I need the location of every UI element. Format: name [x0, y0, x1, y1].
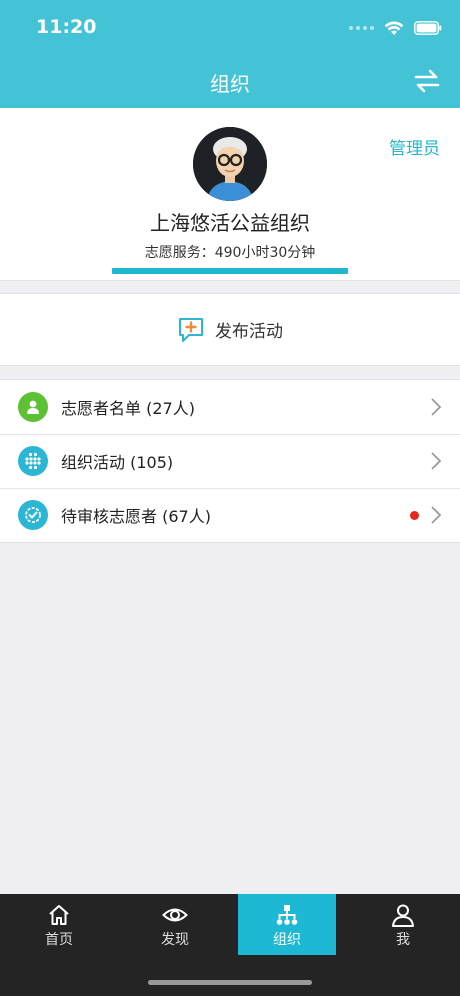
publish-activity-label: 发布活动 — [215, 322, 283, 342]
eye-icon — [162, 908, 188, 922]
chevron-right-icon — [431, 452, 442, 470]
admin-link[interactable]: 管理员 — [389, 134, 440, 159]
tab-label: 我 — [396, 932, 410, 948]
add-comment-icon — [179, 317, 203, 342]
org-name: 上海悠活公益组织 — [150, 211, 310, 235]
chevron-right-icon — [431, 506, 442, 524]
dots-grid-icon — [18, 446, 48, 476]
menu-item-org-activities[interactable]: 组织活动 (105) — [0, 434, 460, 488]
user-icon — [392, 904, 414, 927]
org-profile-card: 管理员 上海悠活公益组织 志愿服务：490小时30分钟 — [0, 108, 460, 281]
service-bar — [112, 268, 348, 274]
menu-item-volunteer-list[interactable]: 志愿者名单 (27人) — [0, 380, 460, 434]
home-icon — [49, 905, 69, 925]
tab-label: 发现 — [161, 932, 189, 948]
tab-home[interactable]: 首页 — [10, 894, 108, 955]
battery-icon — [414, 21, 442, 35]
check-badge-icon — [18, 500, 48, 530]
service-hours: 志愿服务：490小时30分钟 — [0, 242, 460, 262]
menu-item-pending-volunteers[interactable]: 待审核志愿者 (67人) — [0, 488, 460, 542]
menu-item-label: 组织活动 (105) — [61, 453, 174, 472]
menu-list: 志愿者名单 (27人) 组织活动 (105) 待审核志愿者 (67人) — [0, 379, 460, 543]
wifi-icon — [384, 21, 404, 35]
switch-arrows-icon[interactable] — [414, 69, 440, 93]
page-title: 组织 — [210, 72, 250, 96]
person-icon — [18, 392, 48, 422]
avatar[interactable] — [193, 127, 267, 201]
cellular-signal-icon — [349, 26, 374, 30]
service-label: 志愿服务： — [144, 245, 215, 261]
service-time: 490小时30分钟 — [214, 245, 316, 261]
chevron-right-icon — [431, 398, 442, 416]
menu-item-label: 志愿者名单 (27人) — [61, 399, 195, 418]
tab-discover[interactable]: 发现 — [126, 894, 224, 955]
status-time: 11:20 — [36, 16, 97, 38]
menu-item-label: 待审核志愿者 (67人) — [61, 507, 211, 526]
tab-me[interactable]: 我 — [354, 894, 452, 955]
tab-label: 首页 — [45, 932, 73, 948]
status-icons — [349, 18, 442, 38]
header: 11:20 组织 — [0, 0, 460, 108]
tab-organization[interactable]: 组织 — [238, 894, 336, 955]
home-indicator — [148, 980, 312, 985]
publish-activity-button[interactable]: 发布活动 — [0, 293, 460, 366]
org-chart-icon — [276, 905, 298, 925]
tab-label: 组织 — [273, 932, 301, 948]
notification-dot — [410, 511, 419, 520]
